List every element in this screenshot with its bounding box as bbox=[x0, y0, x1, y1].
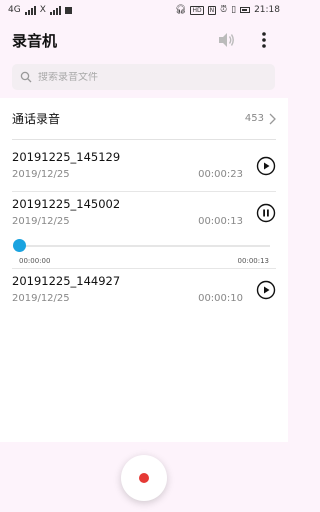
recording-duration: 00:00:13 bbox=[198, 216, 243, 227]
vibrate-icon: ▯ bbox=[231, 5, 237, 15]
call-recordings-label: 通话录音 bbox=[12, 112, 61, 126]
nfc-icon: N bbox=[207, 5, 217, 15]
call-recordings-count: 453 bbox=[244, 113, 264, 124]
recording-duration: 00:00:10 bbox=[198, 293, 243, 304]
recording-item[interactable]: 20191225_144927 2019/12/25 00:00:10 bbox=[12, 268, 276, 314]
hd-icon: HD bbox=[190, 5, 204, 15]
call-recordings-meta: 453 bbox=[245, 113, 276, 125]
recording-name: 20191225_145129 bbox=[12, 150, 121, 164]
record-button[interactable] bbox=[121, 455, 167, 501]
battery-icon bbox=[240, 7, 251, 13]
more-button[interactable] bbox=[252, 28, 276, 52]
progress-track[interactable] bbox=[20, 245, 270, 247]
status-right: 🎧︎ HD N ⏰︎ ▯ 21:18 bbox=[175, 5, 280, 15]
recording-date: 2019/12/25 bbox=[12, 169, 70, 180]
search-input[interactable] bbox=[38, 71, 267, 83]
app-bar: 录音机 bbox=[0, 20, 288, 60]
clock-time: 21:18 bbox=[254, 5, 280, 15]
chevron-right-icon bbox=[269, 113, 276, 124]
recordings-panel: 通话录音 453 20191225_145129 2019/12/25 00:0… bbox=[0, 98, 288, 442]
recording-date: 2019/12/25 bbox=[12, 293, 70, 304]
recording-name: 20191225_145002 bbox=[12, 197, 121, 211]
progress-knob[interactable] bbox=[13, 239, 26, 252]
alarm-icon: ⏰︎ bbox=[220, 5, 228, 15]
recording-date: 2019/12/25 bbox=[12, 216, 70, 227]
search-icon bbox=[20, 71, 32, 83]
recording-duration: 00:00:23 bbox=[198, 169, 243, 180]
app-title: 录音机 bbox=[12, 31, 58, 50]
no-signal-label: X bbox=[39, 5, 46, 15]
record-icon bbox=[139, 473, 149, 483]
call-recordings-row[interactable]: 通话录音 453 bbox=[12, 98, 276, 140]
recording-item-active[interactable]: 20191225_145002 2019/12/25 00:00:13 bbox=[12, 191, 276, 237]
recording-item[interactable]: 20191225_145129 2019/12/25 00:00:23 bbox=[12, 144, 276, 190]
status-left: 4G X bbox=[8, 5, 72, 15]
pause-button[interactable] bbox=[256, 203, 276, 223]
play-button[interactable] bbox=[256, 280, 276, 300]
current-time: 00:00:00 bbox=[19, 257, 51, 265]
total-time: 00:00:13 bbox=[237, 257, 269, 265]
more-icon bbox=[262, 32, 266, 48]
signal-icon bbox=[24, 5, 36, 15]
signal-2-icon bbox=[49, 5, 61, 15]
play-button[interactable] bbox=[256, 156, 276, 176]
volume-icon bbox=[219, 33, 234, 47]
recording-name: 20191225_144927 bbox=[12, 274, 121, 288]
network-4g-label: 4G bbox=[8, 5, 21, 15]
search-bar[interactable] bbox=[12, 64, 275, 90]
volume-button[interactable] bbox=[214, 28, 238, 52]
notification-icon bbox=[64, 6, 72, 14]
headset-icon: 🎧︎ bbox=[175, 5, 187, 15]
status-bar: 4G X 🎧︎ HD N ⏰︎ ▯ 21:18 bbox=[0, 0, 288, 20]
